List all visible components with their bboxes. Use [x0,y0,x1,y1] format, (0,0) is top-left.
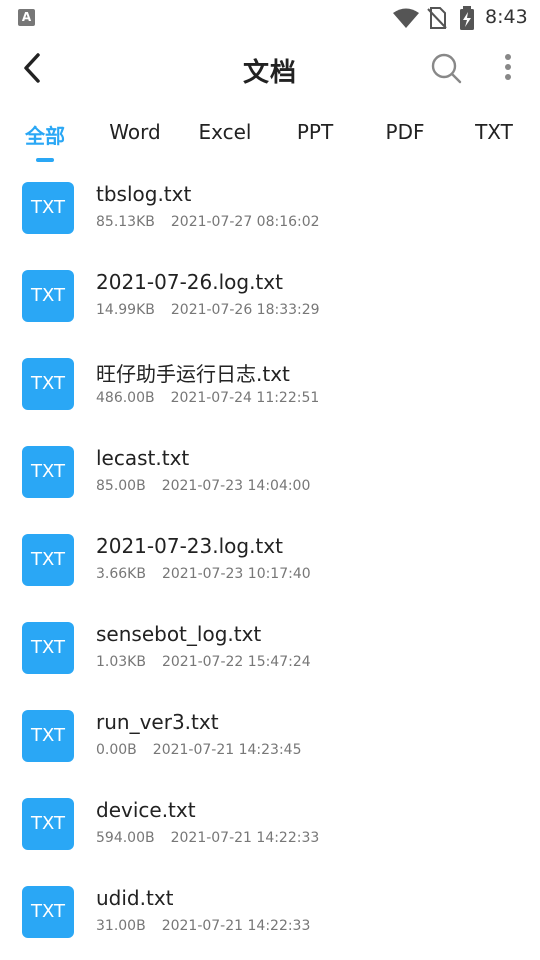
file-name: 旺仔助手运行日志.txt [96,362,290,386]
file-meta: 14.99KB 2021-07-26 18:33:29 [96,302,320,318]
file-list-item[interactable]: TXT udid.txt 31.00B 2021-07-21 14:22:33 [0,872,540,960]
file-list-item[interactable]: TXT sensebot_log.txt 1.03KB 2021-07-22 15… [0,608,540,696]
file-meta: 594.00B 2021-07-21 14:22:33 [96,830,319,846]
txt-file-icon: TXT [22,446,74,498]
file-date: 2021-07-21 14:23:45 [152,742,302,758]
file-name: sensebot_log.txt [96,622,262,646]
tab-excel[interactable]: Excel [185,120,265,144]
file-size: 3.66KB [96,566,146,582]
file-meta: 31.00B 2021-07-21 14:22:33 [96,918,310,934]
file-meta: 3.66KB 2021-07-23 10:17:40 [96,566,311,582]
file-name: 2021-07-23.log.txt [96,534,283,558]
txt-file-icon: TXT [22,710,74,762]
app-bar: 文档 [0,36,540,100]
more-vertical-icon[interactable] [500,52,516,84]
file-name: lecast.txt [96,446,190,470]
file-date: 2021-07-21 14:22:33 [170,830,320,846]
txt-file-icon: TXT [22,534,74,586]
search-icon[interactable] [430,52,462,84]
file-meta: 486.00B 2021-07-24 11:22:51 [96,390,319,406]
file-list-item[interactable]: TXT tbslog.txt 85.13KB 2021-07-27 08:16:0… [0,168,540,256]
file-name: tbslog.txt [96,182,192,206]
file-list: TXT tbslog.txt 85.13KB 2021-07-27 08:16:0… [0,168,540,960]
file-date: 2021-07-21 14:22:33 [161,918,311,934]
file-size: 85.00B [96,478,146,494]
tab-txt[interactable]: TXT [454,120,534,144]
tab-ppt[interactable]: PPT [275,120,355,144]
file-list-item[interactable]: TXT 2021-07-23.log.txt 3.66KB 2021-07-23 … [0,520,540,608]
txt-file-icon: TXT [22,182,74,234]
file-date: 2021-07-26 18:33:29 [170,302,320,318]
file-name: udid.txt [96,886,174,910]
txt-file-icon: TXT [22,622,74,674]
file-meta: 1.03KB 2021-07-22 15:47:24 [96,654,311,670]
file-size: 31.00B [96,918,146,934]
file-date: 2021-07-23 14:04:00 [161,478,311,494]
no-sim-icon [427,7,447,29]
status-time: 8:43 [485,6,528,28]
file-date: 2021-07-23 10:17:40 [161,566,311,582]
file-list-item[interactable]: TXT device.txt 594.00B 2021-07-21 14:22:3… [0,784,540,872]
status-bar: A 8:43 [0,0,540,36]
file-name: 2021-07-26.log.txt [96,270,283,294]
txt-file-icon: TXT [22,886,74,938]
file-name: device.txt [96,798,196,822]
file-size: 594.00B [96,830,155,846]
file-size: 1.03KB [96,654,146,670]
file-size: 0.00B [96,742,137,758]
file-date: 2021-07-22 15:47:24 [161,654,311,670]
txt-file-icon: TXT [22,798,74,850]
txt-file-icon: TXT [22,270,74,322]
tab-word[interactable]: Word [95,120,175,144]
file-date: 2021-07-27 08:16:02 [170,214,320,230]
file-name: run_ver3.txt [96,710,219,734]
file-type-tabs: 全部 Word Excel PPT PDF TXT [0,112,540,164]
notification-app-icon: A [18,9,35,26]
file-list-item[interactable]: TXT lecast.txt 85.00B 2021-07-23 14:04:00 [0,432,540,520]
file-list-item[interactable]: TXT 旺仔助手运行日志.txt 486.00B 2021-07-24 11:22… [0,344,540,432]
file-meta: 0.00B 2021-07-21 14:23:45 [96,742,301,758]
txt-file-icon: TXT [22,358,74,410]
file-meta: 85.13KB 2021-07-27 08:16:02 [96,214,320,230]
file-list-item[interactable]: TXT run_ver3.txt 0.00B 2021-07-21 14:23:4… [0,696,540,784]
file-size: 14.99KB [96,302,155,318]
tab-pdf[interactable]: PDF [365,120,445,144]
file-date: 2021-07-24 11:22:51 [170,390,320,406]
file-size: 486.00B [96,390,155,406]
wifi-icon [393,8,419,28]
file-list-item[interactable]: TXT 2021-07-26.log.txt 14.99KB 2021-07-26… [0,256,540,344]
file-meta: 85.00B 2021-07-23 14:04:00 [96,478,310,494]
file-size: 85.13KB [96,214,155,230]
tab-all[interactable]: 全部 [5,120,85,149]
battery-charging-icon [460,6,474,30]
active-tab-indicator [36,158,54,162]
